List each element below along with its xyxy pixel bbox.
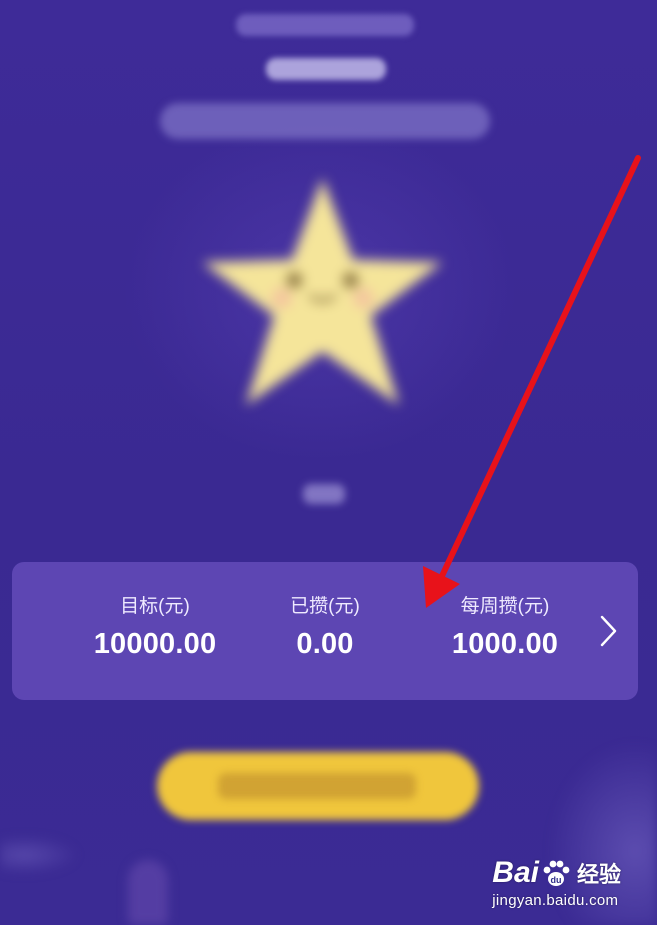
blurred-caption — [303, 484, 345, 504]
decoration-cloud-left — [0, 835, 80, 875]
blurred-info-pill — [160, 103, 490, 139]
blurred-subtitle — [236, 14, 414, 36]
paw-icon: du — [543, 860, 570, 886]
blurred-title — [266, 58, 386, 80]
saved-value: 0.00 — [296, 628, 354, 660]
blurred-button-label — [218, 773, 416, 799]
decoration-figure — [128, 860, 168, 925]
chevron-right-icon[interactable] — [598, 612, 620, 650]
target-value: 10000.00 — [93, 628, 217, 660]
svg-text:du: du — [550, 875, 561, 885]
saved-label: 已攒(元) — [290, 596, 360, 617]
watermark-brand-left: Bai — [492, 856, 539, 889]
saved-column: 已攒(元) 0.00 — [260, 594, 390, 664]
weekly-column: 每周攒(元) 1000.00 — [432, 594, 578, 664]
star-mascot-icon — [195, 168, 450, 423]
target-label: 目标(元) — [120, 596, 190, 617]
watermark-url: jingyan.baidu.com — [492, 892, 619, 909]
weekly-value: 1000.00 — [451, 628, 559, 660]
baidu-jingyan-watermark: Bai du du 经验 jingyan.baidu.com — [492, 856, 621, 909]
watermark-product: 经验 — [576, 863, 621, 888]
savings-summary-card[interactable]: 目标(元) 10000.00 已攒(元) 0.00 每周攒(元) 1000.00 — [12, 562, 638, 700]
target-column: 目标(元) 10000.00 — [80, 594, 230, 664]
weekly-label: 每周攒(元) — [460, 596, 550, 617]
